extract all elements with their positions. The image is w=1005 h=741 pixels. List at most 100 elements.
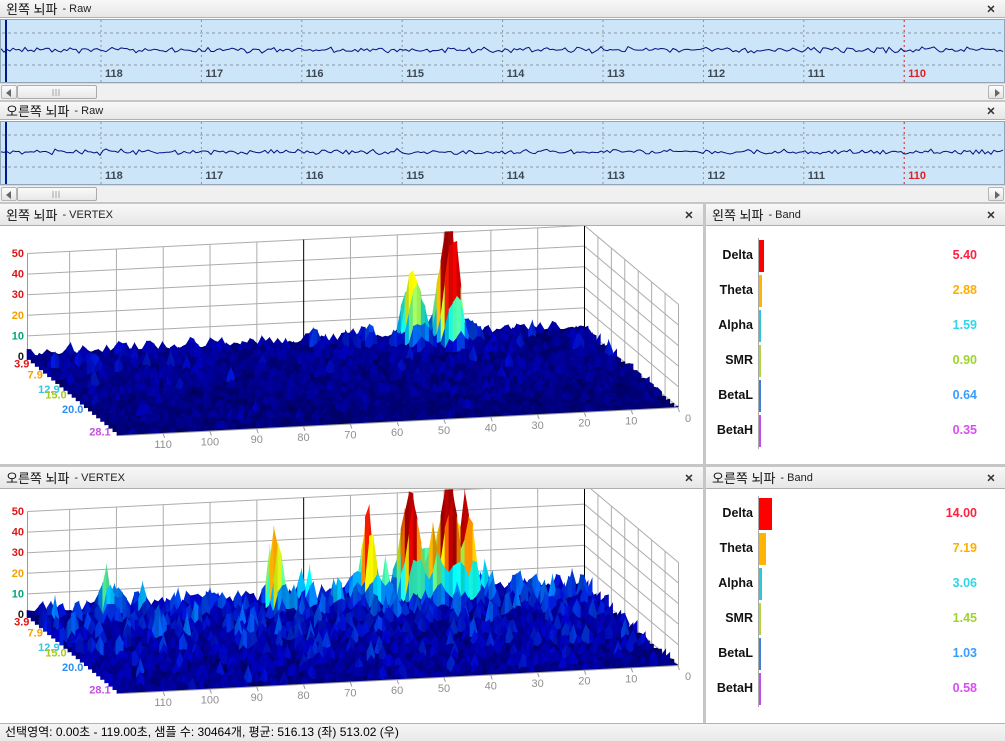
band-value: 1.45 bbox=[876, 611, 977, 625]
band-bar bbox=[759, 380, 761, 412]
svg-text:117: 117 bbox=[205, 170, 223, 182]
svg-text:116: 116 bbox=[306, 170, 324, 182]
panel-title-suffix: - Band bbox=[780, 472, 812, 484]
panel-title-suffix: - Raw bbox=[74, 105, 103, 117]
band-value: 14.00 bbox=[876, 506, 977, 520]
svg-text:114: 114 bbox=[507, 68, 526, 80]
svg-text:115: 115 bbox=[406, 170, 424, 182]
svg-text:114: 114 bbox=[507, 170, 526, 182]
band-value: 0.64 bbox=[876, 388, 977, 402]
svg-text:118: 118 bbox=[105, 170, 123, 182]
band-bar bbox=[759, 240, 764, 272]
scroll-thumb[interactable] bbox=[17, 85, 97, 99]
raw-waveform-left[interactable]: 118 117 116 115 114 113 112 111 110 bbox=[1, 20, 1004, 82]
svg-text:111: 111 bbox=[808, 68, 825, 80]
panel-vertex-right: 오른쪽 뇌파 - VERTEX × bbox=[0, 467, 703, 723]
raw-right-scrollbar[interactable] bbox=[0, 185, 1005, 202]
band-left-titlebar: 왼쪽 뇌파 - Band × bbox=[706, 204, 1005, 226]
svg-text:112: 112 bbox=[707, 68, 725, 80]
band-label: Theta bbox=[706, 283, 753, 297]
scroll-left-button[interactable] bbox=[1, 187, 17, 201]
svg-text:116: 116 bbox=[306, 68, 324, 80]
close-icon[interactable]: × bbox=[983, 207, 999, 222]
band-chart-left: Delta 5.40 Theta 2.88 Alpha 1.59 SMR 0.90 BetaL 0… bbox=[706, 226, 1005, 464]
scroll-left-button[interactable] bbox=[1, 85, 17, 99]
band-bar bbox=[759, 498, 772, 530]
panel-title: 오른쪽 뇌파 bbox=[6, 102, 69, 120]
band-label: Delta bbox=[706, 248, 753, 262]
raw-right-plot[interactable]: 118117116115114113112111110 bbox=[0, 121, 1005, 185]
panel-title-suffix: - Band bbox=[768, 209, 800, 221]
svg-text:113: 113 bbox=[607, 68, 625, 80]
band-bar bbox=[759, 345, 761, 377]
band-value: 5.40 bbox=[876, 248, 977, 262]
band-label: SMR bbox=[706, 611, 753, 625]
band-value: 1.03 bbox=[876, 646, 977, 660]
band-label: Delta bbox=[706, 506, 753, 520]
panel-title: 왼쪽 뇌파 bbox=[6, 0, 57, 18]
arrow-left-icon bbox=[6, 89, 11, 97]
svg-text:113: 113 bbox=[607, 170, 625, 182]
band-value: 0.58 bbox=[876, 681, 977, 695]
close-icon[interactable]: × bbox=[983, 470, 999, 485]
panel-title-suffix: - VERTEX bbox=[74, 472, 125, 484]
band-value: 1.59 bbox=[876, 318, 977, 332]
band-value: 3.06 bbox=[876, 576, 977, 590]
band-bar bbox=[759, 415, 761, 447]
band-label: BetaL bbox=[706, 388, 753, 402]
band-bar bbox=[759, 568, 762, 600]
band-bar bbox=[759, 275, 762, 307]
close-icon[interactable]: × bbox=[681, 470, 697, 485]
svg-text:115: 115 bbox=[406, 68, 424, 80]
scroll-right-button[interactable] bbox=[988, 187, 1004, 201]
vertex-left-titlebar: 왼쪽 뇌파 - VERTEX × bbox=[0, 204, 703, 226]
svg-text:110: 110 bbox=[908, 68, 926, 80]
band-label: Alpha bbox=[706, 576, 753, 590]
band-label: BetaH bbox=[706, 423, 753, 437]
panel-vertex-left: 왼쪽 뇌파 - VERTEX × bbox=[0, 204, 703, 464]
raw-left-scrollbar[interactable] bbox=[0, 83, 1005, 100]
band-bar bbox=[759, 638, 761, 670]
panel-title-suffix: - Raw bbox=[62, 3, 91, 15]
vertex-3d-plot-left[interactable] bbox=[0, 226, 703, 464]
close-icon[interactable]: × bbox=[983, 1, 999, 16]
band-value: 0.35 bbox=[876, 423, 977, 437]
band-label: Alpha bbox=[706, 318, 753, 332]
band-value: 0.90 bbox=[876, 353, 977, 367]
svg-text:110: 110 bbox=[908, 170, 926, 182]
raw-right-titlebar: 오른쪽 뇌파 - Raw × bbox=[0, 102, 1005, 120]
band-value: 7.19 bbox=[876, 541, 977, 555]
scroll-thumb[interactable] bbox=[17, 187, 97, 201]
band-label: BetaH bbox=[706, 681, 753, 695]
raw-left-titlebar: 왼쪽 뇌파 - Raw × bbox=[0, 0, 1005, 18]
close-icon[interactable]: × bbox=[983, 103, 999, 118]
panel-band-left: 왼쪽 뇌파 - Band × Delta 5.40 Theta 2.88 Alpha 1.… bbox=[706, 204, 1005, 464]
band-right-titlebar: 오른쪽 뇌파 - Band × bbox=[706, 467, 1005, 489]
band-bar bbox=[759, 533, 766, 565]
panel-raw-left: 왼쪽 뇌파 - Raw × 11811711611511411311211111… bbox=[0, 0, 1005, 100]
band-label: SMR bbox=[706, 353, 753, 367]
arrow-left-icon bbox=[6, 191, 11, 199]
band-label: Theta bbox=[706, 541, 753, 555]
band-bar bbox=[759, 310, 761, 342]
band-label: BetaL bbox=[706, 646, 753, 660]
svg-text:118: 118 bbox=[105, 68, 123, 80]
status-text: 선택영역: 0.00초 - 119.00초, 샘플 수: 30464개, 평균:… bbox=[5, 725, 399, 739]
svg-text:112: 112 bbox=[707, 170, 725, 182]
panel-band-right: 오른쪽 뇌파 - Band × Delta 14.00 Theta 7.19 Alpha… bbox=[706, 467, 1005, 723]
band-value: 2.88 bbox=[876, 283, 977, 297]
panel-title: 왼쪽 뇌파 bbox=[6, 205, 57, 224]
raw-left-plot[interactable]: 118 117 116 115 114 113 112 111 110 bbox=[0, 19, 1005, 83]
panel-raw-right: 오른쪽 뇌파 - Raw × 1181171161151141131121111… bbox=[0, 102, 1005, 201]
vertex-3d-plot-right[interactable] bbox=[0, 489, 703, 723]
arrow-right-icon bbox=[995, 89, 1000, 97]
band-bar bbox=[759, 603, 761, 635]
raw-waveform-right[interactable]: 118117116115114113112111110 bbox=[1, 122, 1004, 184]
close-icon[interactable]: × bbox=[681, 207, 697, 222]
arrow-right-icon bbox=[995, 191, 1000, 199]
grip-icon bbox=[53, 191, 62, 198]
band-chart-right: Delta 14.00 Theta 7.19 Alpha 3.06 SMR 1.45 BetaL… bbox=[706, 489, 1005, 723]
scroll-right-button[interactable] bbox=[988, 85, 1004, 99]
vertex-right-titlebar: 오른쪽 뇌파 - VERTEX × bbox=[0, 467, 703, 489]
svg-text:117: 117 bbox=[205, 68, 223, 80]
